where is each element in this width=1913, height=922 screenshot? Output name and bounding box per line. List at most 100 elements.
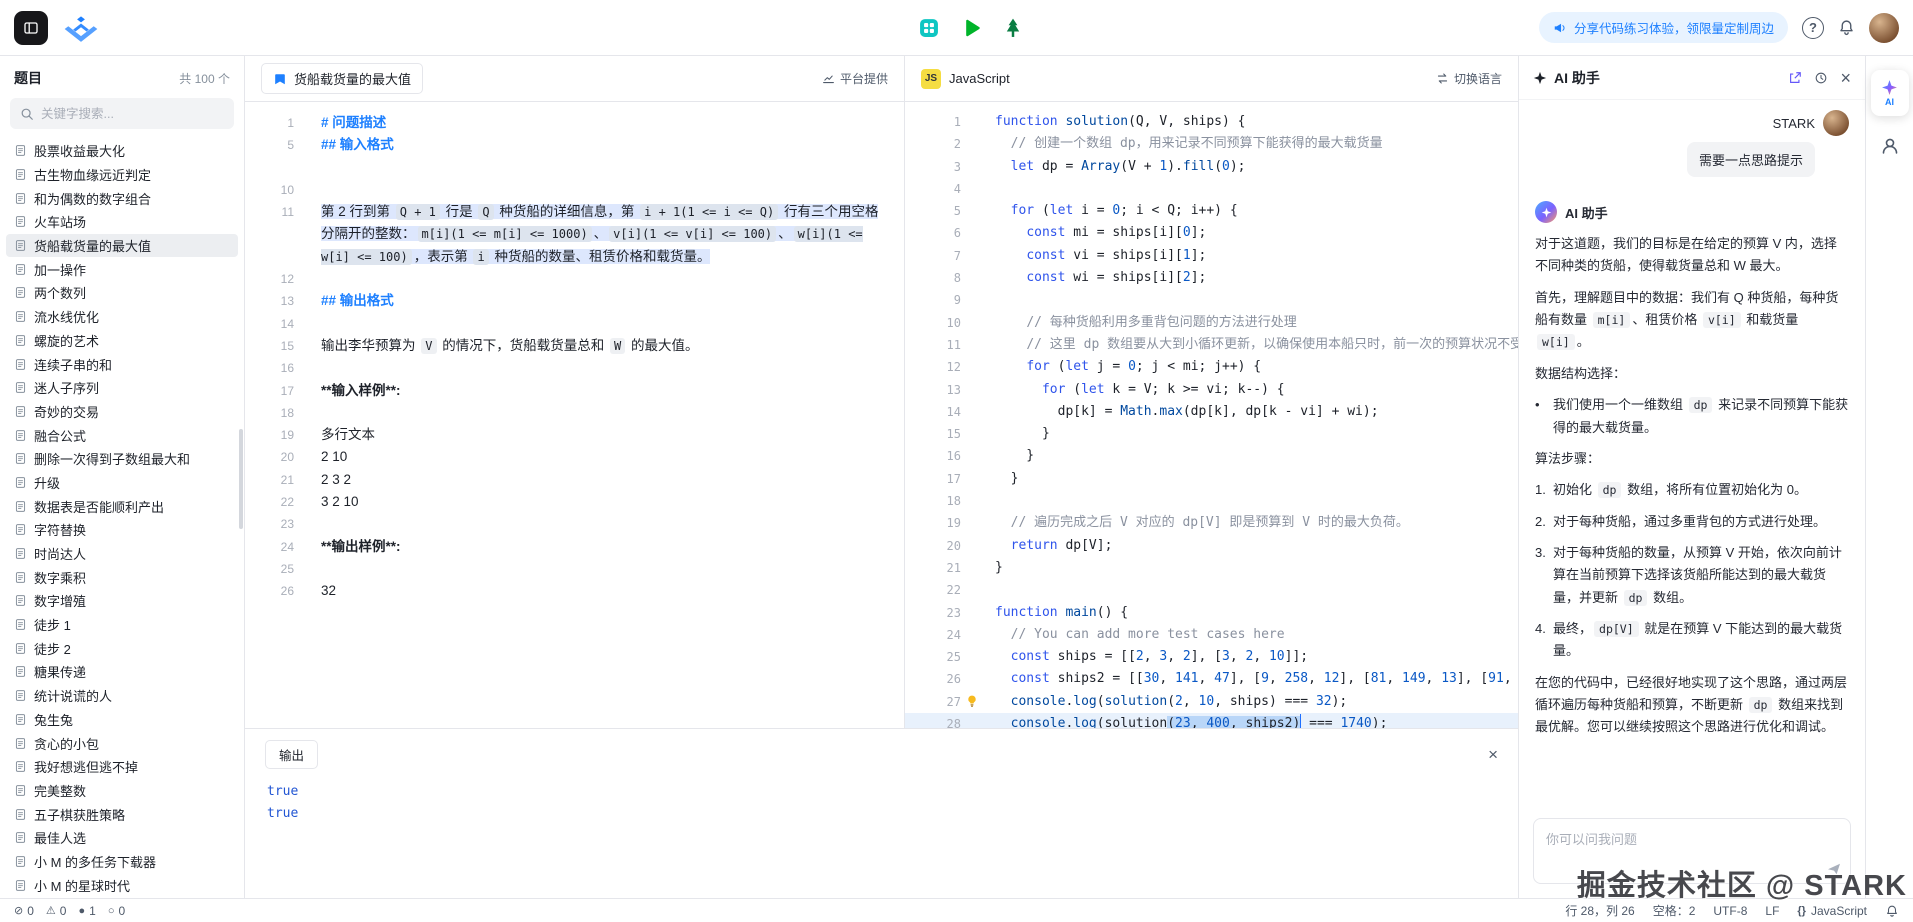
sidebar-item[interactable]: 徒步 2 [6, 636, 238, 660]
indentation[interactable]: 空格：2 [1653, 902, 1696, 919]
code-line[interactable]: 4 [905, 178, 1518, 200]
output-tab[interactable]: 输出 [265, 740, 318, 769]
switch-language-button[interactable]: 切换语言 [1436, 70, 1502, 87]
code-line[interactable]: 13 for (let k = V; k >= vi; k--) { [905, 379, 1518, 401]
sidebar-item[interactable]: 两个数列 [6, 281, 238, 305]
sidebar-item[interactable]: 兔生兔 [6, 708, 238, 732]
ai-paragraph: 在您的代码中，已经很好地实现了这个思路，通过两层循环遍历每种货船和预算，不断更新… [1535, 672, 1849, 739]
close-icon[interactable]: × [1488, 746, 1498, 763]
sidebar-item[interactable]: 时尚达人 [6, 542, 238, 566]
language-tab[interactable]: JS JavaScript [921, 69, 1010, 89]
code-line[interactable]: 19 // 遍历完成之后 V 对应的 dp[V] 即是预算到 V 时的最大负荷。 [905, 512, 1518, 534]
code-line[interactable]: 28 console.log(solution(23, 400, ships2)… [905, 713, 1518, 728]
sidebar-item[interactable]: 奇妙的交易 [6, 400, 238, 424]
language-mode[interactable]: {} JavaScript [1797, 904, 1867, 918]
code-line[interactable]: 14 dp[k] = Math.max(dp[k], dp[k - vi] + … [905, 401, 1518, 423]
sidebar-item[interactable]: 字符替换 [6, 518, 238, 542]
problem-title-chip[interactable]: 货船载货量的最大值 [261, 63, 423, 94]
warning-count[interactable]: ⚠0 [46, 904, 67, 918]
code-line[interactable]: 11 // 这里 dp 数组要从大到小循环更新，以确保使用本船只时，前一次的预算… [905, 334, 1518, 356]
text-segment: 。 [1577, 334, 1590, 349]
sidebar-item[interactable]: 五子棋获胜策略 [6, 802, 238, 826]
scrollbar-thumb[interactable] [239, 429, 243, 529]
sidebar-item[interactable]: 火车站场 [6, 210, 238, 234]
sidebar-item[interactable]: 糖果传递 [6, 660, 238, 684]
code-line[interactable]: 1function solution(Q, V, ships) { [905, 111, 1518, 133]
code-line[interactable]: 7 const vi = ships[i][1]; [905, 245, 1518, 267]
chat-input[interactable] [1534, 819, 1850, 883]
code-line[interactable]: 22 [905, 579, 1518, 601]
code-line[interactable]: 6 const mi = ships[i][0]; [905, 222, 1518, 244]
sidebar-item[interactable]: 流水线优化 [6, 305, 238, 329]
code-line[interactable]: 5 for (let i = 0; i < Q; i++) { [905, 200, 1518, 222]
sidebar-item[interactable]: 小 M 的多任务下载器 [6, 850, 238, 874]
sidebar-item[interactable]: 徒步 1 [6, 613, 238, 637]
sidebar-item[interactable]: 和为偶数的数字组合 [6, 186, 238, 210]
sidebar-item[interactable]: 删除一次得到子数组最大和 [6, 447, 238, 471]
app-logo[interactable] [62, 14, 100, 42]
code-line[interactable]: 10 // 每种货船利用多重背包问题的方法进行处理 [905, 312, 1518, 334]
cursor-position[interactable]: 行 28，列 26 [1565, 902, 1634, 919]
eol-sequence[interactable]: LF [1765, 904, 1779, 918]
sidebar-item[interactable]: 古生物血缘远近判定 [6, 163, 238, 187]
sidebar-item[interactable]: 数字乘积 [6, 565, 238, 589]
sidebar-item[interactable]: 统计说谎的人 [6, 684, 238, 708]
sidebar-item[interactable]: 迷人子序列 [6, 376, 238, 400]
sidebar-item[interactable]: 最佳人选 [6, 826, 238, 850]
code-editor[interactable]: 1function solution(Q, V, ships) {2 // 创建… [905, 102, 1518, 728]
code-line[interactable]: 26 const ships2 = [[30, 141, 47], [9, 25… [905, 668, 1518, 690]
close-icon[interactable]: × [1840, 69, 1851, 87]
code-line[interactable]: 3 let dp = Array(V + 1).fill(0); [905, 156, 1518, 178]
search-input[interactable] [41, 107, 224, 121]
search-box[interactable] [10, 98, 234, 129]
code-line[interactable]: 21} [905, 557, 1518, 579]
sidebar-item[interactable]: 小 M 的星球时代 [6, 873, 238, 897]
user-avatar[interactable] [1869, 13, 1899, 43]
history-icon[interactable] [1814, 71, 1828, 85]
code-line[interactable]: 2 // 创建一个数组 dp，用来记录不同预算下能获得的最大载货量 [905, 133, 1518, 155]
sidebar-item[interactable]: 数据表是否能顺利产出 [6, 494, 238, 518]
chat-input-box[interactable] [1533, 818, 1851, 884]
text-segment: 对于这道题，我们的目标是在给定的预算 V 内，选择不同种类的货船，使得载货量总和… [1535, 236, 1837, 273]
inline-code: i + 1(1 <= i <= Q) [640, 204, 778, 220]
format-button[interactable] [916, 15, 942, 41]
sidebar-item[interactable]: 螺旋的艺术 [6, 329, 238, 353]
info-count[interactable]: ●1 [78, 904, 95, 918]
send-icon[interactable] [1826, 861, 1842, 877]
run-button[interactable] [958, 15, 984, 41]
code-line[interactable]: 17 } [905, 468, 1518, 490]
sidebar-item[interactable]: 连续子串的和 [6, 352, 238, 376]
code-line[interactable]: 12 for (let j = 0; j < mi; j++) { [905, 356, 1518, 378]
code-line[interactable]: 18 [905, 490, 1518, 512]
sidebar-item[interactable]: 贪心的小包 [6, 731, 238, 755]
hint-count[interactable]: ○0 [108, 904, 125, 918]
sidebar-item[interactable]: 我好想逃但逃不掉 [6, 755, 238, 779]
debug-button[interactable] [1000, 15, 1026, 41]
profile-icon[interactable] [1880, 136, 1900, 156]
sidebar-item[interactable]: 数字增殖 [6, 589, 238, 613]
code-line[interactable]: 8 const wi = ships[i][2]; [905, 267, 1518, 289]
sidebar-item[interactable]: 股票收益最大化 [6, 139, 238, 163]
encoding[interactable]: UTF-8 [1713, 904, 1747, 918]
code-line[interactable]: 9 [905, 289, 1518, 311]
code-line[interactable]: 16 } [905, 445, 1518, 467]
sidebar-item[interactable]: 加一操作 [6, 257, 238, 281]
feedback-icon[interactable] [1885, 904, 1899, 918]
code-line[interactable]: 23function main() { [905, 602, 1518, 624]
sidebar-item[interactable]: 升级 [6, 471, 238, 495]
share-icon[interactable] [1788, 71, 1802, 85]
ai-assistant-button[interactable]: AI [1871, 70, 1909, 116]
sidebar-item[interactable]: 完美整数 [6, 779, 238, 803]
code-line[interactable]: 25 const ships = [[2, 3, 2], [3, 2, 10]]… [905, 646, 1518, 668]
sidebar-item[interactable]: 货船载货量的最大值 [6, 234, 238, 258]
code-line[interactable]: 24 // You can add more test cases here [905, 624, 1518, 646]
code-line[interactable]: 15 } [905, 423, 1518, 445]
code-line[interactable]: 20 return dp[V]; [905, 535, 1518, 557]
sidebar-item[interactable]: 融合公式 [6, 423, 238, 447]
notifications-button[interactable] [1838, 19, 1855, 36]
error-count[interactable]: ⊘0 [14, 904, 34, 918]
code-line[interactable]: 27 console.log(solution(2, 10, ships) ==… [905, 691, 1518, 713]
promo-banner[interactable]: 分享代码练习体验，领限量定制周边 [1539, 12, 1788, 43]
sidebar-toggle-button[interactable] [14, 11, 48, 45]
help-button[interactable]: ? [1802, 17, 1824, 39]
